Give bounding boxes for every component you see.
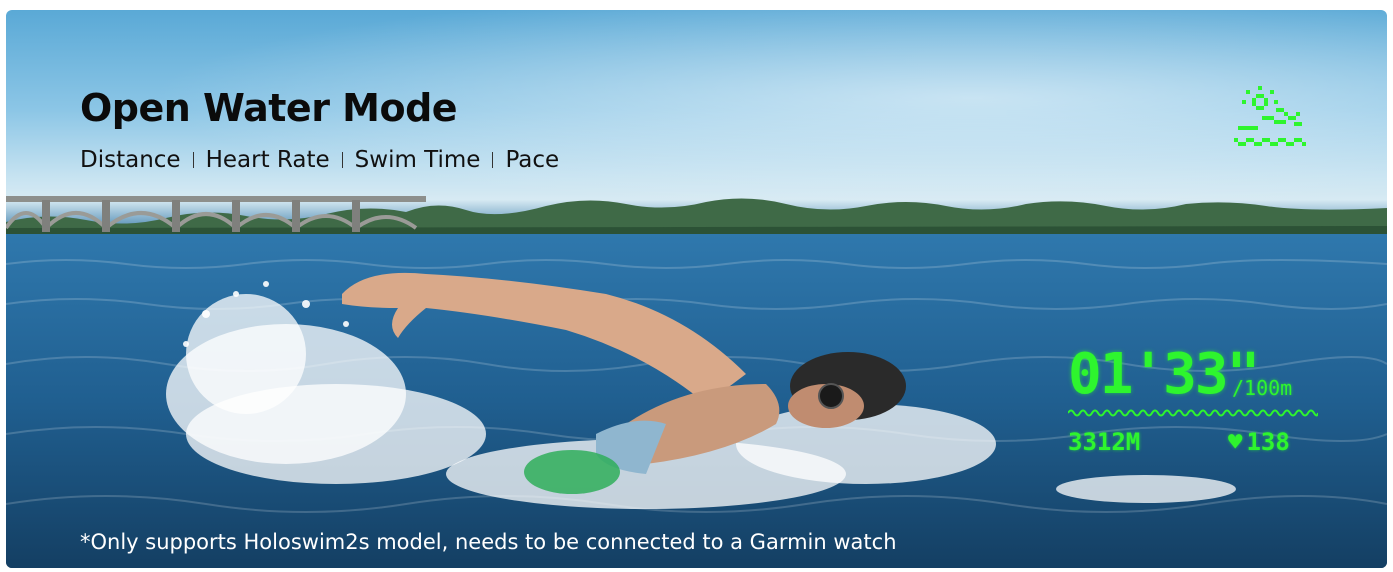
open-water-swim-icon [1234,86,1306,146]
metric-heart-rate: Heart Rate [205,147,330,173]
divider [192,152,194,168]
open-water-banner: Open Water Mode Distance Heart Rate Swim… [6,10,1387,568]
hud-wave-divider [1068,409,1318,417]
bridge [6,196,426,232]
disclaimer-text: *Only supports Holoswim2s model, needs t… [80,530,897,554]
metric-swim-time: Swim Time [354,147,481,173]
metric-pace: Pace [505,147,560,173]
divider [492,152,494,168]
goggle-hud-display: 01'33" /100m 3312M ♥ 138 [1068,342,1328,462]
metrics-list: Distance Heart Rate Swim Time Pace [80,147,559,173]
heart-rate-readout: ♥ 138 [1228,428,1290,456]
heart-rate-value: 138 [1246,428,1290,456]
metric-distance: Distance [80,147,181,173]
pace-unit: /100m [1232,376,1293,400]
distance-value: 3312M [1068,428,1141,456]
heart-icon: ♥ [1228,428,1243,456]
divider [341,152,343,168]
page-title: Open Water Mode [80,86,458,130]
pace-time: 01'33" [1068,342,1260,407]
